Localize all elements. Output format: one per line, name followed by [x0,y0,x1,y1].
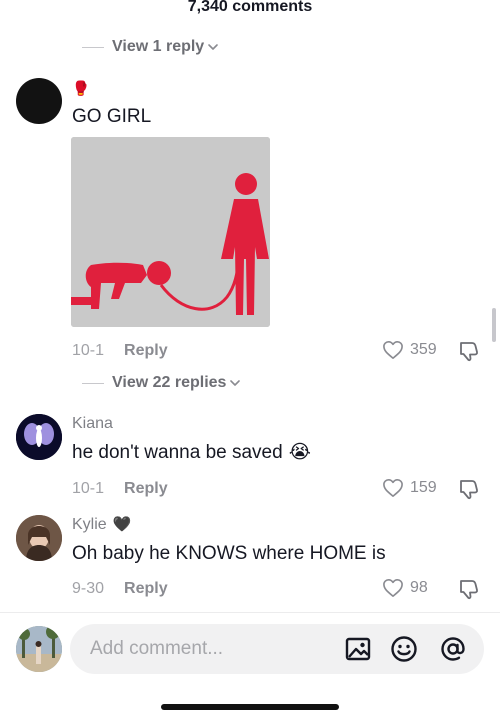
username-text: Kylie [72,516,107,533]
image-icon[interactable] [344,635,372,663]
comment-count: 7,340 comments [187,0,313,15]
comment-username[interactable]: 🥊 [72,79,89,97]
view-replies-label: View 1 reply [112,38,205,55]
comment-username[interactable]: Kylie 🖤 [72,516,131,534]
username-text: Kiana [72,415,113,432]
avatar[interactable] [16,78,62,124]
chevron-down-icon [230,380,241,386]
boxing-glove-emoji: 🥊 [72,80,90,96]
comment-text-content: he don't wanna be saved [72,442,283,463]
mention-icon[interactable] [439,635,467,663]
comment-input[interactable] [90,624,330,674]
comment-date: 10-1 [72,480,105,497]
crying-emoji: 😭 [288,442,311,463]
my-avatar[interactable] [16,626,62,672]
comment-text: Oh baby he KNOWS where HOME is [72,543,386,565]
heart-icon [383,341,403,359]
comment-date: 9-30 [72,580,105,597]
scrollbar[interactable] [492,308,496,342]
like-count: 98 [410,579,428,596]
view-replies-button[interactable]: View 1 reply [82,37,219,57]
comment-image[interactable] [71,137,270,327]
like-button[interactable]: 359 [382,340,437,360]
reply-divider-line [82,382,104,384]
comment-text-content: Oh baby he KNOWS where HOME is [72,543,386,564]
view-replies-label: View 22 replies [112,374,227,391]
comment-composer [0,613,500,720]
reply-button[interactable]: Reply [124,342,168,360]
reply-button[interactable]: Reply [124,580,168,598]
black-heart-emoji: 🖤 [112,516,132,533]
comment-meta: 9-30 Reply [72,580,168,598]
home-indicator [161,704,339,710]
profile-photo-image [16,515,62,561]
reply-divider-line [82,46,104,48]
like-button[interactable]: 159 [382,478,437,498]
dislike-icon[interactable] [457,340,481,362]
emoji-icon[interactable] [390,635,418,663]
avatar[interactable] [16,414,62,460]
like-count: 159 [410,479,437,496]
comment-input-box[interactable] [70,624,484,674]
comment-meta: 10-1 Reply [72,480,168,498]
heart-icon [383,579,403,597]
like-count: 359 [410,341,437,358]
comment-username[interactable]: Kiana [72,415,113,433]
avatar[interactable] [16,515,62,561]
chevron-down-icon [208,44,219,50]
comment-date: 10-1 [72,342,105,359]
comments-header: 7,340 comments [0,0,500,16]
heart-icon [383,479,403,497]
sticker-image [71,137,270,327]
fairy-avatar-image [16,414,62,460]
comment-text: GO GIRL [72,106,151,128]
dislike-icon[interactable] [457,478,481,500]
my-profile-photo-image [16,626,62,672]
comment-meta: 10-1 Reply [72,342,168,360]
comment-text: he don't wanna be saved 😭 [72,442,311,464]
comment-text-content: GO GIRL [72,106,152,127]
reply-button[interactable]: Reply [124,480,168,498]
dislike-icon[interactable] [457,578,481,600]
like-button[interactable]: 98 [382,578,428,598]
view-replies-button[interactable]: View 22 replies [82,373,241,393]
